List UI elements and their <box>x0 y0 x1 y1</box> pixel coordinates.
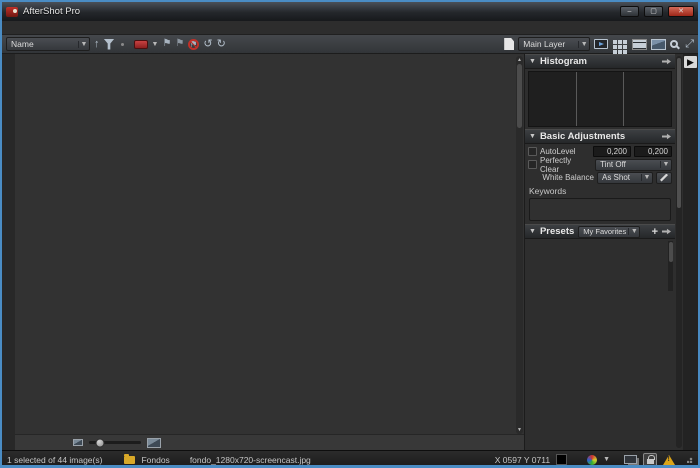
sort-direction-icon[interactable]: ↑ <box>94 39 100 50</box>
collapse-panel-arrow-icon[interactable]: ▶ <box>684 56 697 68</box>
filter-icon[interactable] <box>104 39 115 50</box>
app-window: AfterShot Pro – ▢ ✕ Name ▼ ↑ ▼ ⚑ ⚑ ↺ ↻ M… <box>0 0 700 468</box>
thumbnail-grid-icon[interactable] <box>613 45 617 49</box>
chevron-down-icon: ▼ <box>641 174 652 181</box>
small-thumbnail-icon[interactable] <box>73 439 83 446</box>
panel-scrollbar[interactable] <box>676 56 682 448</box>
left-tab-strip <box>2 54 15 450</box>
rating-dot-icon[interactable] <box>121 43 124 46</box>
dual-monitor-icon[interactable] <box>624 455 637 464</box>
slider-knob[interactable] <box>96 438 105 447</box>
chevron-down-icon: ▼ <box>578 41 589 48</box>
presets-favorites-select[interactable]: My Favorites ▼ <box>578 226 640 238</box>
chevron-down-icon: ▼ <box>78 41 89 48</box>
scroll-down-icon[interactable]: ▼ <box>516 427 523 433</box>
magnifier-icon[interactable] <box>670 40 678 48</box>
color-label-arrow-icon[interactable]: ▼ <box>152 41 159 48</box>
white-balance-select[interactable]: As Shot ▼ <box>597 172 653 184</box>
color-label-swatch[interactable] <box>134 40 148 49</box>
filmstrip-icon[interactable] <box>632 39 647 50</box>
pin-icon[interactable] <box>662 133 671 140</box>
minimize-button[interactable]: – <box>620 6 639 17</box>
warning-icon[interactable] <box>663 455 675 465</box>
sort-field-select[interactable]: Name ▼ <box>6 37 90 51</box>
pin-icon[interactable] <box>662 228 671 235</box>
lock-icon <box>647 459 654 464</box>
close-button[interactable]: ✕ <box>668 6 694 17</box>
unpick-flag-icon[interactable]: ⚑ <box>175 39 184 49</box>
thumbnail-browser: ▲ ▼ <box>15 54 524 450</box>
copy-settings-icon[interactable] <box>504 38 514 50</box>
histogram-header[interactable]: ▼ Histogram <box>525 54 675 69</box>
collapse-triangle-icon[interactable]: ▼ <box>529 58 536 65</box>
menu-bar <box>2 21 698 35</box>
scroll-up-icon[interactable]: ▲ <box>516 57 523 63</box>
window-title: AfterShot Pro <box>23 6 615 17</box>
rotate-right-icon[interactable]: ↻ <box>217 39 226 50</box>
right-tab-strip: ▶ <box>683 54 698 450</box>
perfectly-clear-select[interactable]: Tint Off ▼ <box>595 159 672 171</box>
chevron-down-icon[interactable]: ▼ <box>603 456 610 463</box>
pick-flag-icon[interactable]: ⚑ <box>162 39 171 49</box>
autolevel-checkbox[interactable] <box>528 147 537 156</box>
autolevel-high-field[interactable]: 0,200 <box>634 146 672 157</box>
add-preset-button[interactable]: + <box>652 227 658 237</box>
rotate-left-icon[interactable]: ↺ <box>203 39 212 50</box>
selection-count: 1 selected of 44 image(s) <box>7 455 102 465</box>
slideshow-icon[interactable] <box>594 39 608 49</box>
presets-scrollbar[interactable] <box>668 241 673 291</box>
toolbar: Name ▼ ↑ ▼ ⚑ ⚑ ↺ ↻ Main Layer ▼ ⤢ <box>2 35 698 54</box>
chevron-down-icon: ▼ <box>628 228 639 235</box>
autolevel-low-field[interactable]: 0,200 <box>593 146 631 157</box>
collapse-triangle-icon[interactable]: ▼ <box>529 133 536 140</box>
main-content: ▲ ▼ ▼ Histogram <box>2 54 698 450</box>
presets-header[interactable]: ▼ Presets My Favorites ▼ + <box>525 224 675 239</box>
lock-toggle[interactable] <box>643 453 657 467</box>
thumbnail-size-bar <box>15 434 524 450</box>
adjustments-panel: ▼ Histogram ▼ Basic Adjustments AutoLeve… <box>524 54 683 450</box>
preview-icon[interactable] <box>651 39 666 50</box>
keywords-label: Keywords <box>525 184 675 196</box>
white-balance-row: White Balance As Shot ▼ <box>528 171 672 184</box>
thumbnail-size-slider[interactable] <box>89 441 141 444</box>
perfectly-clear-checkbox[interactable] <box>528 160 537 169</box>
color-profile-icon[interactable] <box>587 455 597 465</box>
grid-scrollbar[interactable]: ▲ ▼ <box>516 56 523 434</box>
pin-icon[interactable] <box>662 58 671 65</box>
resize-grip[interactable] <box>687 457 693 463</box>
folder-icon <box>124 456 135 464</box>
presets-tree <box>525 239 675 291</box>
title-bar: AfterShot Pro – ▢ ✕ <box>2 2 698 21</box>
histogram-chart <box>528 71 672 127</box>
layer-select[interactable]: Main Layer ▼ <box>518 37 590 51</box>
app-icon <box>6 7 18 17</box>
large-thumbnail-icon[interactable] <box>147 438 161 448</box>
reject-flag-icon[interactable] <box>188 39 199 50</box>
status-bar: 1 selected of 44 image(s) Fondos fondo_1… <box>2 450 698 468</box>
perfectly-clear-row: Perfectly Clear Tint Off ▼ <box>528 158 672 171</box>
fullscreen-icon[interactable]: ⤢ <box>685 39 694 50</box>
chevron-down-icon: ▼ <box>660 161 671 168</box>
current-filename: fondo_1280x720-screencast.jpg <box>190 455 311 465</box>
keywords-input[interactable] <box>529 198 671 221</box>
sample-color-swatch <box>556 454 567 465</box>
cursor-coordinates: X 0597 Y 0711 <box>495 455 550 465</box>
eyedropper-icon <box>660 174 668 182</box>
scrollbar-thumb[interactable] <box>517 64 522 128</box>
current-folder[interactable]: Fondos <box>141 455 169 465</box>
basic-adjustments-header[interactable]: ▼ Basic Adjustments <box>525 129 675 144</box>
white-balance-dropper-button[interactable] <box>656 172 672 184</box>
collapse-triangle-icon[interactable]: ▼ <box>529 228 536 235</box>
maximize-button[interactable]: ▢ <box>644 6 663 17</box>
